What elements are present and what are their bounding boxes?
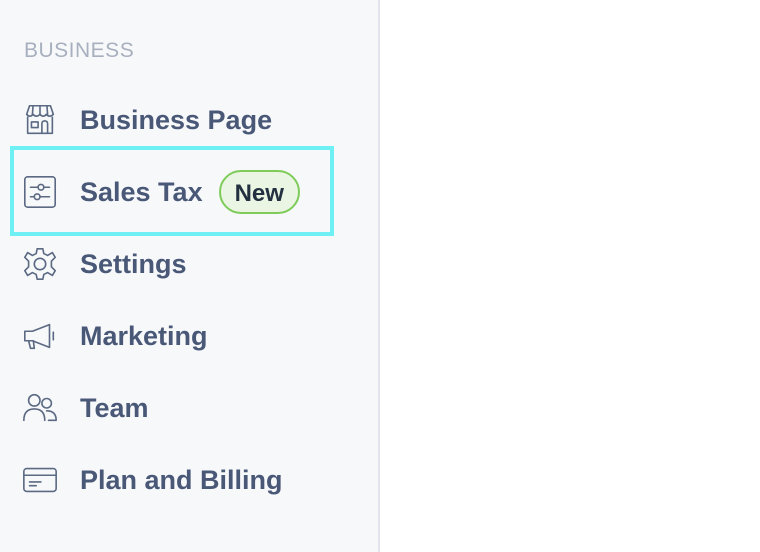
sidebar: BUSINESS Business Page Sales Tax New Set… <box>0 0 380 552</box>
sidebar-item-team[interactable]: Team <box>20 386 149 430</box>
sidebar-item-label: Team <box>80 392 149 423</box>
storefront-icon <box>20 100 60 140</box>
sidebar-item-marketing[interactable]: Marketing <box>20 314 208 358</box>
sidebar-item-label: Business Page <box>80 104 273 135</box>
sliders-icon <box>20 172 60 212</box>
sidebar-item-label: Sales Tax <box>80 176 203 207</box>
sidebar-item-label: Plan and Billing <box>80 464 283 495</box>
sidebar-item-plan-and-billing[interactable]: Plan and Billing <box>20 458 283 502</box>
new-badge: New <box>218 170 300 214</box>
section-title: BUSINESS <box>24 39 135 62</box>
gear-icon <box>20 244 60 284</box>
megaphone-icon <box>20 316 60 356</box>
main-content <box>382 0 760 552</box>
sidebar-item-business-page[interactable]: Business Page <box>20 98 272 142</box>
sidebar-item-sales-tax[interactable]: Sales Tax New <box>20 170 300 214</box>
sidebar-item-settings[interactable]: Settings <box>20 242 187 286</box>
people-icon <box>20 388 60 428</box>
credit-card-icon <box>20 460 60 500</box>
sidebar-item-label: Settings <box>80 248 187 279</box>
sidebar-item-label: Marketing <box>80 320 208 351</box>
